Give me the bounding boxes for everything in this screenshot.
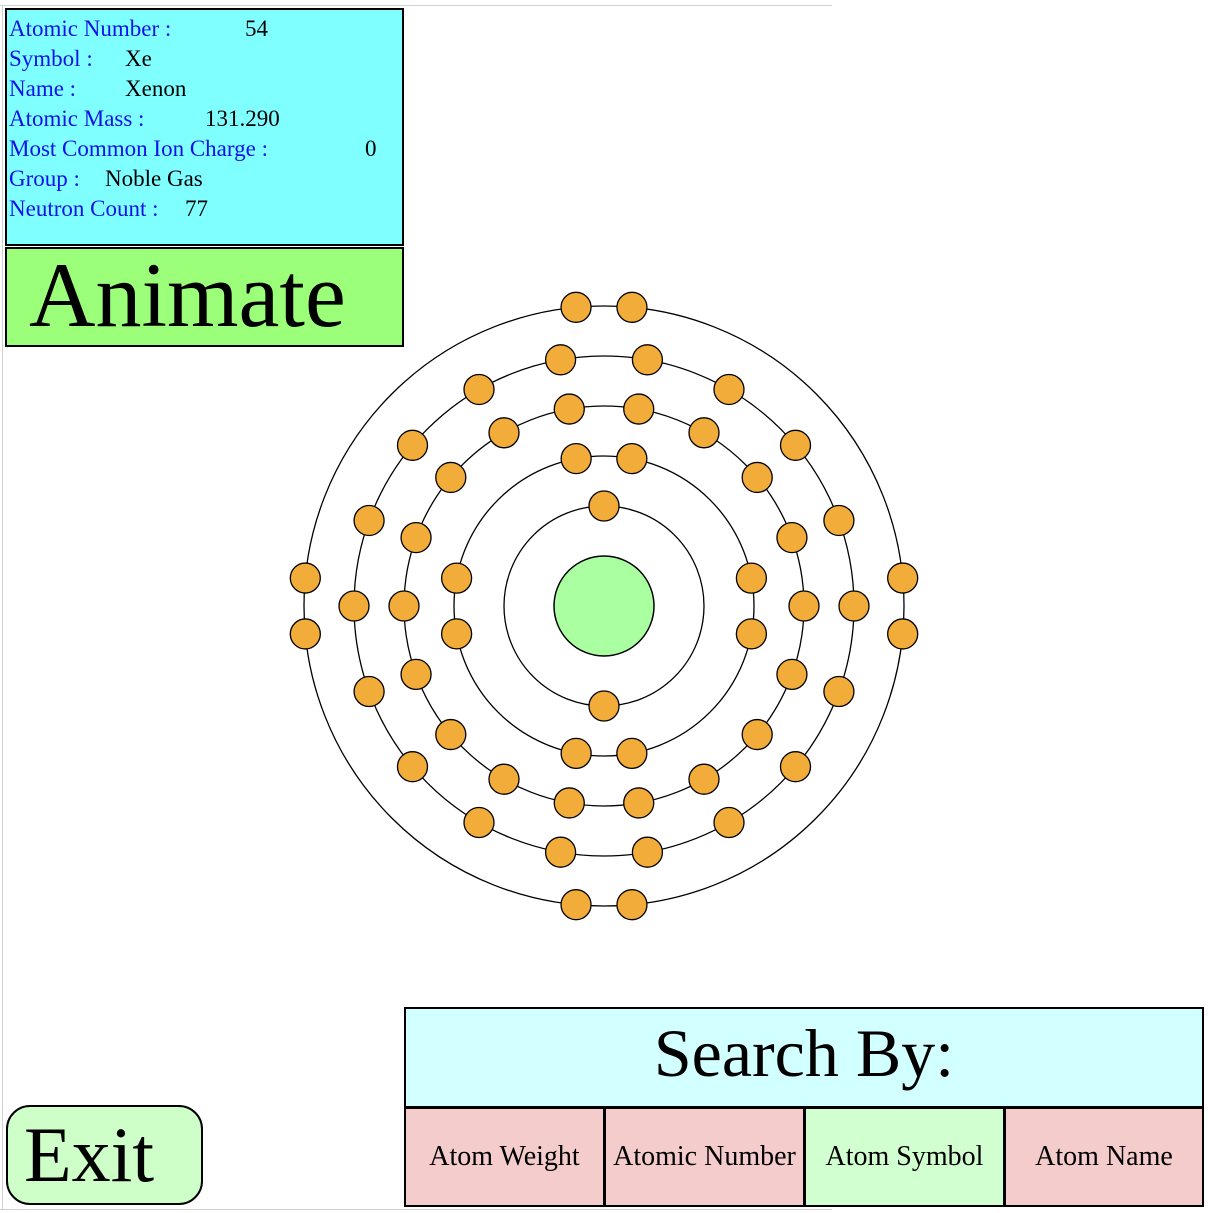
electron [838, 590, 870, 622]
search-by-atom-name-button[interactable]: Atom Name [1004, 1107, 1204, 1207]
search-panel: Search By: Atom Weight Atomic Number Ato… [404, 1007, 1204, 1207]
electron [616, 442, 648, 475]
frame-bottom-border [0, 1209, 832, 1210]
electron [713, 806, 745, 839]
electron [623, 787, 655, 819]
electron [353, 675, 385, 708]
electron [616, 889, 648, 921]
electron [463, 373, 495, 406]
electron [396, 751, 429, 783]
electron [735, 562, 768, 594]
electron [488, 417, 520, 449]
electron [560, 442, 592, 475]
search-by-atom-weight-button[interactable]: Atom Weight [404, 1107, 605, 1207]
electron [741, 461, 773, 494]
electron [616, 737, 648, 770]
electron [776, 521, 808, 554]
electron [400, 521, 432, 554]
electron [289, 562, 321, 594]
electron [400, 658, 432, 691]
electron [623, 393, 655, 425]
electron [560, 291, 592, 323]
electron [788, 590, 820, 622]
electron [560, 737, 592, 770]
electron [463, 806, 495, 839]
electron [779, 429, 812, 461]
electron [823, 675, 855, 708]
electron [616, 291, 648, 323]
electron [631, 836, 664, 868]
electron [488, 763, 520, 795]
electron [631, 344, 664, 376]
electron [713, 373, 745, 406]
electron [440, 618, 473, 650]
electron [553, 393, 585, 425]
electron [688, 417, 720, 449]
electron [887, 618, 919, 650]
electron [588, 690, 620, 722]
electron [435, 461, 467, 494]
electron [741, 718, 773, 751]
electron [544, 344, 577, 376]
electron [688, 763, 720, 795]
electron [776, 658, 808, 691]
electron [338, 590, 370, 622]
nucleus [553, 555, 655, 657]
search-title: Search By: [404, 1007, 1204, 1108]
electron [388, 590, 420, 622]
electron [735, 618, 768, 650]
electron [435, 718, 467, 751]
electron [823, 504, 855, 537]
electron [440, 562, 473, 594]
exit-button[interactable]: Exit [6, 1105, 203, 1205]
search-by-atomic-number-button[interactable]: Atomic Number [604, 1107, 805, 1207]
electron [289, 618, 321, 650]
electron [396, 429, 429, 461]
electron [887, 562, 919, 594]
atom-diagram [289, 291, 919, 921]
electron [779, 751, 812, 783]
electron [553, 787, 585, 819]
search-by-atom-symbol-button[interactable]: Atom Symbol [804, 1107, 1005, 1207]
electron [353, 504, 385, 537]
electron [560, 889, 592, 921]
electron [588, 490, 620, 522]
electron [544, 836, 577, 868]
